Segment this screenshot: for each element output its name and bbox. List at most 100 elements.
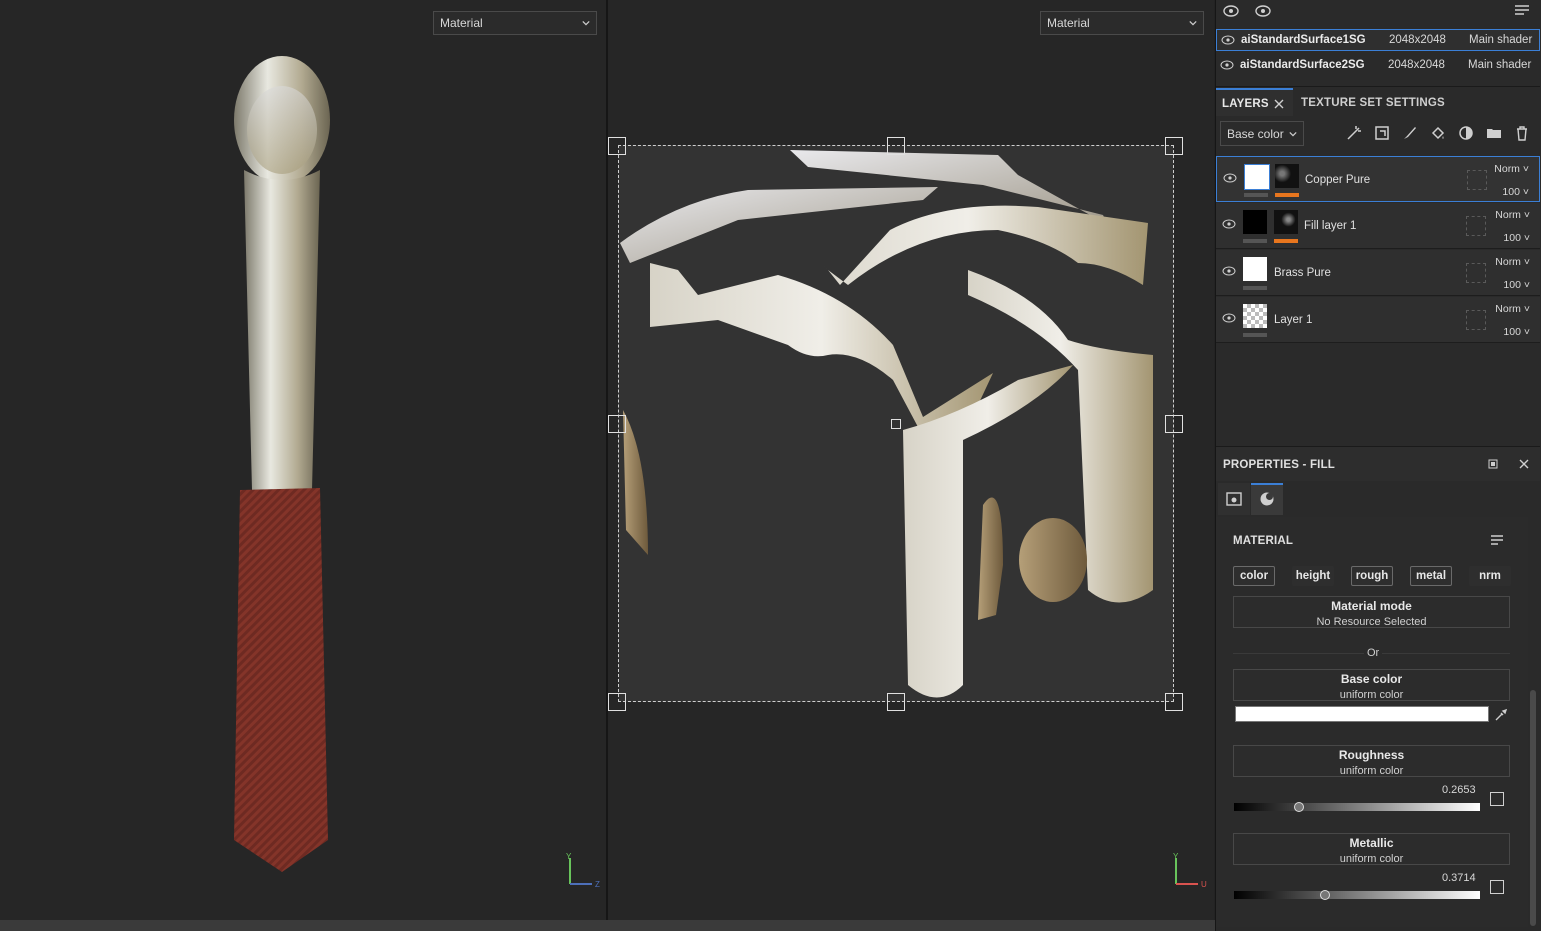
metallic-source-picker[interactable]: Metallic uniform color [1233, 833, 1510, 865]
transform-handle-l[interactable] [608, 415, 626, 433]
properties-tab-settings[interactable] [1218, 483, 1250, 515]
mask-icon[interactable] [1455, 122, 1477, 144]
opacity-dropdown[interactable]: 100 ˅ [1502, 186, 1529, 198]
texture-set-row[interactable]: aiStandardSurface2SG 2048x2048 Main shad… [1216, 54, 1540, 76]
roughness-slider[interactable] [1234, 803, 1480, 811]
layer-thumbnail-underline [1243, 239, 1267, 243]
layer-row[interactable]: Copper Pure Norm ˅ 100 ˅ [1216, 156, 1540, 202]
material-section-title: MATERIAL [1233, 535, 1294, 547]
transform-pivot[interactable] [891, 419, 901, 429]
layer-thumbnail [1243, 210, 1267, 234]
viewport-3d[interactable]: Material Y Z [0, 0, 606, 920]
smart-material-icon[interactable] [1371, 122, 1393, 144]
transform-handle-br[interactable] [1165, 693, 1183, 711]
transform-handle-tr[interactable] [1165, 137, 1183, 155]
roughness-source-picker[interactable]: Roughness uniform color [1233, 745, 1510, 777]
opacity-value: 100 [1502, 186, 1520, 198]
opacity-dropdown[interactable]: 100 ˅ [1503, 232, 1530, 244]
blend-mode-dropdown[interactable]: Norm ˅ [1495, 256, 1530, 268]
texture-set-row[interactable]: aiStandardSurface1SG 2048x2048 Main shad… [1216, 29, 1540, 51]
close-icon[interactable] [1519, 459, 1529, 469]
layer-thumbnail-underline [1244, 193, 1268, 197]
channel-toggle-height[interactable]: height [1292, 566, 1334, 586]
transform-handle-bl[interactable] [608, 693, 626, 711]
add-effect-icon[interactable] [1343, 122, 1365, 144]
visibility-eye-icon[interactable] [1223, 173, 1237, 183]
layer-row[interactable]: Brass Pure Norm ˅ 100 ˅ [1216, 250, 1540, 296]
viewport-bottom-scrollbar[interactable] [0, 920, 1215, 931]
eye-refresh-icon[interactable] [1222, 4, 1240, 18]
visibility-eye-icon[interactable] [1222, 219, 1236, 229]
base-color-swatch[interactable] [1235, 706, 1489, 722]
opacity-value: 100 [1503, 232, 1521, 244]
visibility-eye-icon[interactable] [1222, 313, 1236, 323]
eyedropper-icon[interactable] [1494, 708, 1508, 722]
blend-mode-dropdown[interactable]: Norm ˅ [1495, 209, 1530, 221]
divider [1216, 86, 1540, 87]
undock-icon[interactable] [1488, 459, 1498, 469]
viewport-2d-mode-label: Material [1047, 16, 1090, 30]
visibility-eye-icon[interactable] [1220, 60, 1234, 70]
transform-handle-b[interactable] [887, 693, 905, 711]
mask-thumbnail [1275, 164, 1299, 188]
material-mode-picker[interactable]: Material mode No Resource Selected [1233, 596, 1510, 628]
anchor-link-icon[interactable] [1490, 880, 1504, 894]
transform-handle-tl[interactable] [608, 137, 626, 155]
paint-brush-icon[interactable] [1399, 122, 1421, 144]
opacity-dropdown[interactable]: 100 ˅ [1503, 279, 1530, 291]
anchor-link-icon[interactable] [1490, 792, 1504, 806]
material-sphere-icon [1260, 492, 1274, 506]
transform-handle-r[interactable] [1165, 415, 1183, 433]
texture-set-name: aiStandardSurface1SG [1241, 34, 1366, 46]
layer-mask-placeholder [1467, 170, 1487, 190]
folder-icon[interactable] [1483, 122, 1505, 144]
blend-mode-dropdown[interactable]: Norm ˅ [1495, 303, 1530, 315]
layer-stack-empty-area[interactable] [1216, 344, 1540, 444]
layer-mask-placeholder [1466, 216, 1486, 236]
close-icon[interactable] [1274, 99, 1284, 109]
section-menu-icon[interactable] [1490, 534, 1504, 548]
tab-texture-set-settings[interactable]: TEXTURE SET SETTINGS [1294, 88, 1534, 116]
fill-bucket-icon[interactable] [1427, 122, 1449, 144]
channel-toggle-nrm[interactable]: nrm [1469, 566, 1511, 586]
menu-list-icon[interactable] [1514, 4, 1530, 18]
properties-scrollbar[interactable] [1530, 690, 1536, 926]
blend-mode-dropdown[interactable]: Norm ˅ [1494, 163, 1529, 175]
blend-mode-label: Norm [1495, 256, 1521, 268]
channel-toggle-metal[interactable]: metal [1410, 566, 1452, 586]
chevron-down-icon [1289, 131, 1297, 136]
channel-toggle-rough[interactable]: rough [1351, 566, 1393, 586]
roughness-title: Roughness [1338, 748, 1405, 762]
roughness-value[interactable]: 0.2653 [1442, 784, 1476, 796]
opacity-dropdown[interactable]: 100 ˅ [1503, 326, 1530, 338]
viewport-2d[interactable]: Material Y U [608, 0, 1214, 920]
mask-thumbnail-underline [1275, 193, 1299, 197]
metallic-value[interactable]: 0.3714 [1442, 872, 1476, 884]
blend-mode-label: Norm [1495, 303, 1521, 315]
texture-set-name: aiStandardSurface2SG [1240, 59, 1365, 71]
layer-name: Fill layer 1 [1304, 220, 1357, 232]
visibility-eye-icon[interactable] [1221, 35, 1235, 45]
tab-layers-label: LAYERS [1222, 98, 1269, 110]
channel-dropdown[interactable]: Base color [1220, 121, 1304, 146]
or-separator: Or [1364, 647, 1383, 659]
transform-handle-t[interactable] [887, 137, 905, 155]
properties-title: PROPERTIES - FILL [1223, 459, 1336, 471]
axis-y-label: Y [1173, 852, 1179, 861]
visibility-eye-icon[interactable] [1222, 266, 1236, 276]
base-color-source-picker[interactable]: Base color uniform color [1233, 669, 1510, 701]
metallic-slider[interactable] [1234, 891, 1480, 899]
layer-row[interactable]: Layer 1 Norm ˅ 100 ˅ [1216, 297, 1540, 343]
hammer-3d-model [234, 56, 330, 872]
viewport-3d-mode-dropdown[interactable]: Material [433, 11, 597, 35]
properties-tab-material[interactable] [1251, 483, 1283, 515]
viewport-2d-mode-dropdown[interactable]: Material [1040, 11, 1204, 35]
material-mode-value: No Resource Selected [1316, 616, 1427, 628]
axis-z-label: Z [595, 880, 600, 889]
eye-icon[interactable] [1254, 4, 1272, 18]
channel-toggle-color[interactable]: color [1233, 566, 1275, 586]
mask-thumbnail [1274, 210, 1298, 234]
trash-icon[interactable] [1511, 122, 1533, 144]
layer-row[interactable]: Fill layer 1 Norm ˅ 100 ˅ [1216, 203, 1540, 249]
tab-layers[interactable]: LAYERS [1216, 88, 1293, 116]
